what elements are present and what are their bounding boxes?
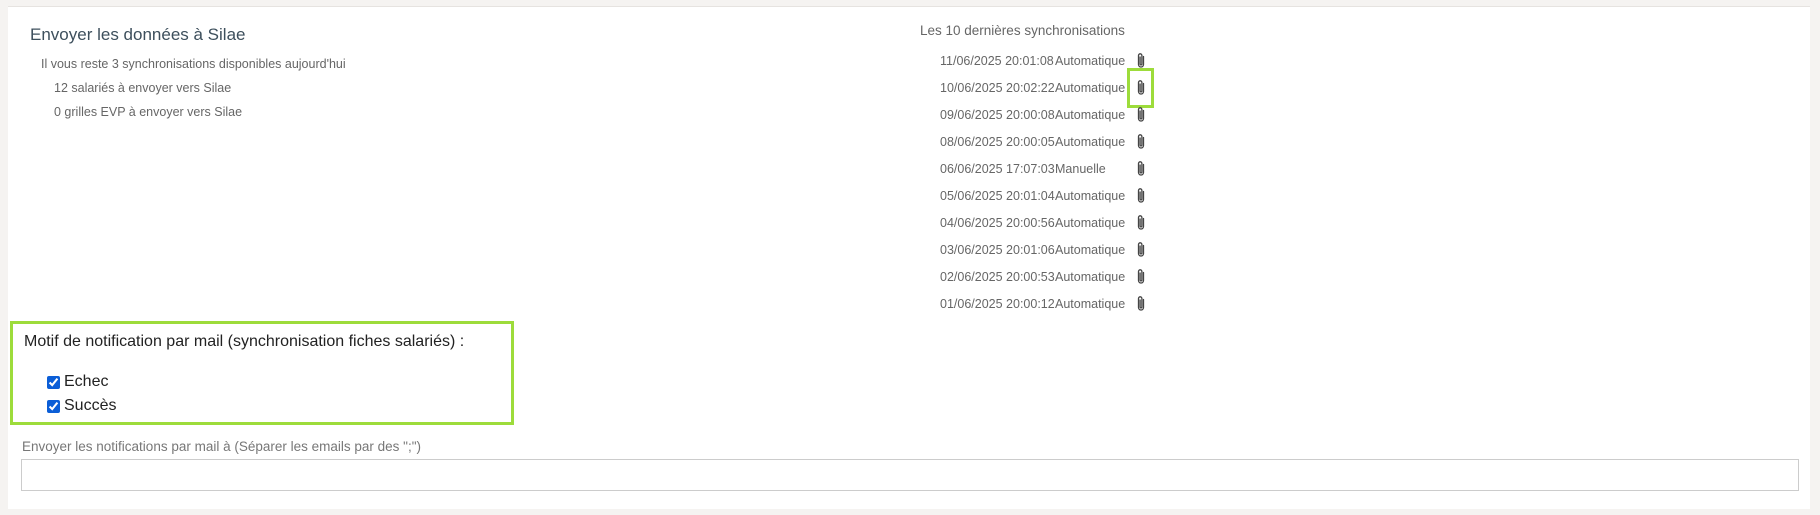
sync-type: Automatique xyxy=(1055,80,1126,95)
paperclip-icon[interactable] xyxy=(1130,239,1152,261)
sync-date: 11/06/2025 20:01:08 xyxy=(940,53,1054,68)
sync-date: 02/06/2025 20:00:53 xyxy=(940,269,1055,284)
sync-history-item: 08/06/2025 20:00:05 Automatique xyxy=(940,128,1154,155)
sync-type: Automatique xyxy=(1055,215,1126,230)
sync-history-list: 11/06/2025 20:01:08 Automatique 10/06/20… xyxy=(940,47,1154,317)
echec-checkbox[interactable] xyxy=(47,375,60,389)
sync-type: Automatique xyxy=(1055,296,1126,311)
sync-history-heading: Les 10 dernières synchronisations xyxy=(920,23,1125,38)
succes-label: Succès xyxy=(64,397,117,414)
paperclip-icon[interactable] xyxy=(1130,104,1152,126)
sync-type: Automatique xyxy=(1055,134,1126,149)
sync-date: 01/06/2025 20:00:12 xyxy=(940,296,1055,311)
sync-history-item: 06/06/2025 17:07:03 Manuelle xyxy=(940,155,1154,182)
sync-history-item: 03/06/2025 20:01:06 Automatique xyxy=(940,236,1154,263)
sync-date: 03/06/2025 20:01:06 xyxy=(940,242,1055,257)
paperclip-icon[interactable] xyxy=(1130,158,1152,180)
sync-history-item: 05/06/2025 20:01:04 Automatique xyxy=(940,182,1154,209)
sync-history-item: 09/06/2025 20:00:08 Automatique xyxy=(940,101,1154,128)
email-recipients-input[interactable] xyxy=(21,459,1799,491)
sync-date: 04/06/2025 20:00:56 xyxy=(940,215,1055,230)
silae-sync-panel: Envoyer les données à Silae Il vous rest… xyxy=(8,6,1810,509)
sync-history-item: 01/06/2025 20:00:12 Automatique xyxy=(940,290,1154,317)
sync-date: 06/06/2025 17:07:03 xyxy=(940,161,1055,176)
sync-type: Automatique xyxy=(1055,188,1126,203)
option-succes[interactable]: Succès xyxy=(47,397,116,415)
echec-label: Echec xyxy=(64,373,109,390)
sync-type: Automatique xyxy=(1055,53,1126,68)
paperclip-icon[interactable] xyxy=(1130,131,1152,153)
option-echec[interactable]: Echec xyxy=(47,373,108,391)
notification-reason-title: Motif de notification par mail (synchron… xyxy=(24,333,465,350)
sync-history-item: 10/06/2025 20:02:22 Automatique xyxy=(940,67,1154,108)
paperclip-icon[interactable] xyxy=(1127,67,1154,108)
sync-type: Automatique xyxy=(1055,107,1126,122)
sync-type: Automatique xyxy=(1055,269,1126,284)
employees-to-send-text: 12 salariés à envoyer vers Silae xyxy=(54,81,232,95)
sync-date: 05/06/2025 20:01:04 xyxy=(940,188,1055,203)
notification-reason-box: Motif de notification par mail (synchron… xyxy=(10,321,514,425)
sync-date: 10/06/2025 20:02:22 xyxy=(940,80,1055,95)
sync-date: 09/06/2025 20:00:08 xyxy=(940,107,1055,122)
sync-date: 08/06/2025 20:00:05 xyxy=(940,134,1055,149)
succes-checkbox[interactable] xyxy=(47,399,60,413)
sync-history-item: 04/06/2025 20:00:56 Automatique xyxy=(940,209,1154,236)
remaining-syncs-text: Il vous reste 3 synchronisations disponi… xyxy=(41,57,346,71)
sync-type: Manuelle xyxy=(1055,161,1106,176)
sync-history-item: 02/06/2025 20:00:53 Automatique xyxy=(940,263,1154,290)
send-section-title: Envoyer les données à Silae xyxy=(30,25,246,44)
paperclip-icon[interactable] xyxy=(1130,293,1152,315)
email-recipients-label: Envoyer les notifications par mail à (Sé… xyxy=(22,439,422,454)
paperclip-icon[interactable] xyxy=(1130,266,1152,288)
paperclip-icon[interactable] xyxy=(1130,212,1152,234)
paperclip-icon[interactable] xyxy=(1130,185,1152,207)
evp-grids-to-send-text: 0 grilles EVP à envoyer vers Silae xyxy=(54,105,243,119)
sync-type: Automatique xyxy=(1055,242,1126,257)
sync-history-item: 11/06/2025 20:01:08 Automatique xyxy=(940,47,1154,74)
